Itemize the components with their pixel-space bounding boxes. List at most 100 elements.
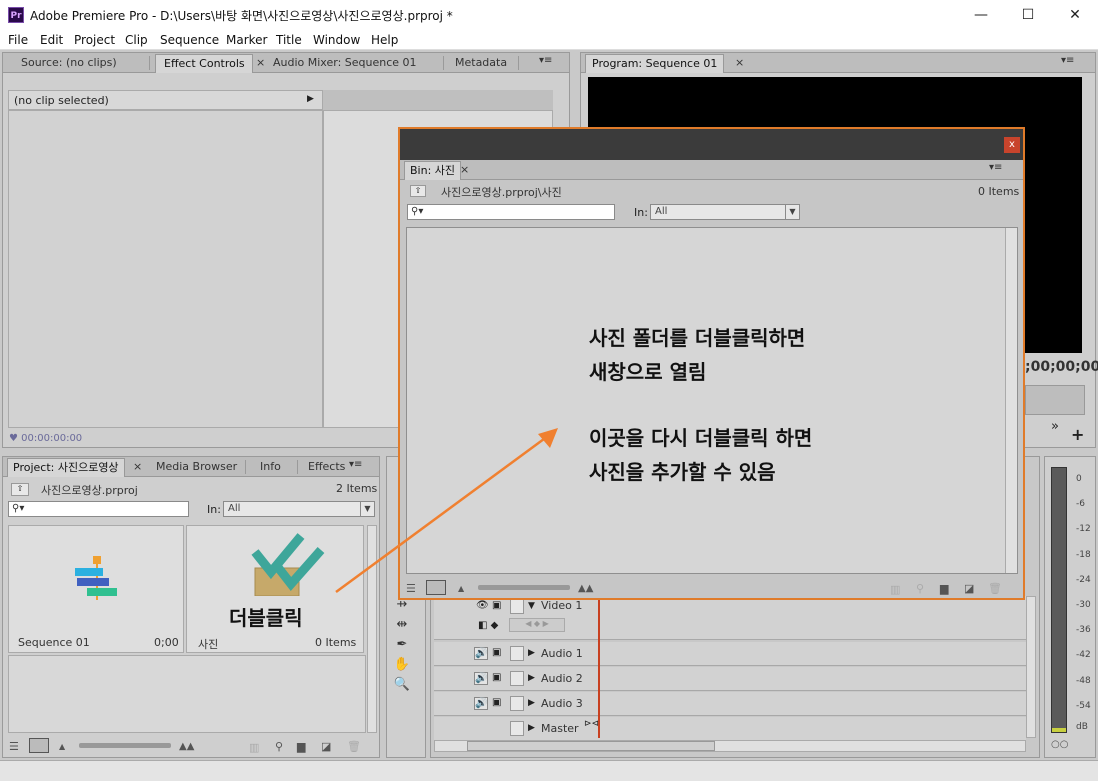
tab-source[interactable]: Source: (no clips) bbox=[21, 54, 117, 73]
bin-in-select[interactable]: All ▼ bbox=[650, 204, 800, 220]
menu-file[interactable]: File bbox=[8, 33, 28, 47]
menu-marker[interactable]: Marker bbox=[226, 33, 267, 47]
track-lock-box[interactable] bbox=[510, 721, 524, 736]
meter-solo-icons[interactable]: ○○ bbox=[1051, 739, 1068, 750]
timeline-h-scrollbar[interactable] bbox=[434, 740, 1026, 752]
chevron-down-icon: ▼ bbox=[785, 205, 799, 219]
program-zoom-strip[interactable] bbox=[1025, 385, 1085, 415]
track-audio-3[interactable]: 🔊 ▣ ▶ Audio 3 bbox=[434, 692, 1026, 716]
trash-icon[interactable]: 🗑 bbox=[988, 582, 1002, 595]
bin-window-titlebar[interactable]: x bbox=[400, 129, 1023, 160]
bin-tab-close-icon[interactable]: × bbox=[460, 161, 469, 180]
track-output-icon[interactable]: ▣ bbox=[492, 672, 501, 683]
track-audio-2[interactable]: 🔊 ▣ ▶ Audio 2 bbox=[434, 667, 1026, 691]
menu-edit[interactable]: Edit bbox=[40, 33, 63, 47]
track-output-icon[interactable]: ▣ bbox=[492, 647, 501, 658]
tab-metadata[interactable]: Metadata bbox=[455, 54, 507, 73]
maximize-button[interactable]: ☐ bbox=[1005, 0, 1051, 30]
project-item-sequence[interactable]: Sequence 01 0;00 bbox=[8, 525, 184, 653]
hand-tool-icon[interactable]: ✋ bbox=[393, 657, 411, 675]
program-panel-menu-icon[interactable]: ▾≡ bbox=[1061, 55, 1074, 66]
expand-triangle-icon[interactable]: ▶ bbox=[528, 673, 535, 683]
eye-icon[interactable]: 👁 bbox=[476, 600, 489, 611]
project-tab-close-icon[interactable]: × bbox=[133, 458, 142, 477]
sequence-icon bbox=[75, 556, 117, 600]
menu-window[interactable]: Window bbox=[313, 33, 360, 47]
track-lock-box[interactable] bbox=[510, 696, 524, 711]
collapse-triangle-icon[interactable]: ▼ bbox=[528, 601, 535, 611]
source-tab-strip: Source: (no clips) Effect Controls × Aud… bbox=[3, 53, 569, 73]
new-bin-icon[interactable]: ▆ bbox=[297, 740, 305, 753]
annotation-line-1: 사진 폴더를 더블클릭하면 bbox=[589, 326, 806, 350]
add-button-icon[interactable]: + bbox=[1071, 425, 1084, 444]
project-search-field[interactable]: ⚲▾ bbox=[8, 501, 189, 517]
automate-icon[interactable]: ▥ bbox=[249, 741, 259, 754]
tab-close-icon[interactable]: × bbox=[256, 54, 265, 73]
automate-icon[interactable]: ▥ bbox=[890, 583, 900, 596]
trash-icon[interactable]: 🗑 bbox=[347, 740, 361, 753]
tab-bin[interactable]: Bin: 사진 bbox=[404, 161, 462, 180]
track-lock-box[interactable] bbox=[510, 599, 524, 614]
tab-media-browser[interactable]: Media Browser bbox=[156, 458, 237, 477]
display-style-icon[interactable]: ◧ ◆ bbox=[478, 620, 498, 631]
track-audio-1[interactable]: 🔊 ▣ ▶ Audio 1 bbox=[434, 642, 1026, 666]
speaker-icon[interactable]: 🔊 bbox=[474, 697, 488, 710]
track-master[interactable]: ▶ Master ⊳⊲ bbox=[434, 717, 1026, 741]
track-output-icon[interactable]: ▣ bbox=[492, 600, 501, 611]
panel-menu-icon[interactable]: ▾≡ bbox=[539, 55, 552, 66]
tab-effect-controls[interactable]: Effect Controls bbox=[155, 54, 253, 73]
zoom-out-icon[interactable]: ▲ bbox=[59, 742, 65, 751]
tab-program[interactable]: Program: Sequence 01 bbox=[585, 54, 725, 73]
slide-tool-icon[interactable]: ⇹ bbox=[393, 617, 411, 635]
expand-triangle-icon[interactable]: ▶ bbox=[528, 723, 535, 733]
list-view-icon[interactable]: ☰ bbox=[9, 740, 19, 753]
tab-info[interactable]: Info bbox=[260, 458, 281, 477]
find-icon[interactable]: ⚲ bbox=[275, 740, 283, 753]
speaker-icon[interactable]: 🔊 bbox=[474, 647, 488, 660]
expand-triangle-icon[interactable]: ▶ bbox=[528, 698, 535, 708]
bin-scrollbar[interactable] bbox=[1005, 228, 1017, 573]
bin-close-button[interactable]: x bbox=[1004, 137, 1020, 153]
icon-view-icon[interactable] bbox=[29, 738, 49, 753]
menu-title[interactable]: Title bbox=[276, 33, 302, 47]
new-item-icon[interactable]: ◪ bbox=[964, 582, 974, 595]
play-triangle-icon[interactable]: ▶ bbox=[307, 94, 314, 104]
item-name: Sequence 01 bbox=[18, 636, 90, 649]
menu-project[interactable]: Project bbox=[74, 33, 115, 47]
tab-audio-mixer[interactable]: Audio Mixer: Sequence 01 bbox=[273, 54, 417, 73]
new-bin-icon[interactable]: ▆ bbox=[940, 582, 948, 595]
bin-panel-menu-icon[interactable]: ▾≡ bbox=[989, 162, 1002, 173]
find-icon[interactable]: ⚲ bbox=[916, 582, 924, 595]
pen-tool-icon[interactable]: ✒ bbox=[393, 637, 411, 655]
timeline-scrollbar[interactable] bbox=[1026, 596, 1036, 738]
zoom-in-icon[interactable]: ▲▲ bbox=[578, 583, 593, 594]
bin-search-field[interactable]: ⚲▾ bbox=[407, 204, 615, 220]
more-controls-icon[interactable]: » bbox=[1051, 419, 1059, 434]
program-tab-close-icon[interactable]: × bbox=[735, 54, 744, 73]
menu-sequence[interactable]: Sequence bbox=[160, 33, 219, 47]
bin-folder-up-icon[interactable]: ⇧ bbox=[410, 185, 426, 197]
new-item-icon[interactable]: ◪ bbox=[321, 740, 331, 753]
menu-bar: File Edit Project Clip Sequence Marker T… bbox=[0, 30, 1098, 50]
close-button[interactable]: ✕ bbox=[1052, 0, 1098, 30]
expand-triangle-icon[interactable]: ▶ bbox=[528, 648, 535, 658]
premiere-app-icon: Pr bbox=[8, 7, 24, 23]
track-video-1[interactable]: 👁 ▣ ▼ Video 1 ◧ ◆ ◀ ◆ ▶ bbox=[434, 596, 1026, 640]
menu-help[interactable]: Help bbox=[371, 33, 398, 47]
speaker-icon[interactable]: 🔊 bbox=[474, 672, 488, 685]
zoom-slider[interactable] bbox=[79, 743, 171, 748]
meter-label: -24 bbox=[1076, 575, 1091, 585]
tab-project[interactable]: Project: 사진으로영상 bbox=[7, 458, 125, 477]
zoom-tool-icon[interactable]: 🔍 bbox=[393, 677, 411, 695]
track-output-icon[interactable]: ▣ bbox=[492, 697, 501, 708]
folder-up-icon[interactable]: ⇧ bbox=[11, 483, 29, 496]
zoom-in-icon[interactable]: ▲▲ bbox=[179, 741, 194, 752]
minimize-button[interactable]: — bbox=[958, 0, 1004, 30]
keyframe-nav[interactable]: ◀ ◆ ▶ bbox=[509, 618, 565, 632]
playhead-line[interactable] bbox=[598, 596, 600, 738]
track-lock-box[interactable] bbox=[510, 671, 524, 686]
search-icon: ⚲▾ bbox=[12, 503, 25, 514]
menu-clip[interactable]: Clip bbox=[125, 33, 148, 47]
track-lock-box[interactable] bbox=[510, 646, 524, 661]
double-click-annotation: 더블클릭 bbox=[229, 606, 303, 630]
